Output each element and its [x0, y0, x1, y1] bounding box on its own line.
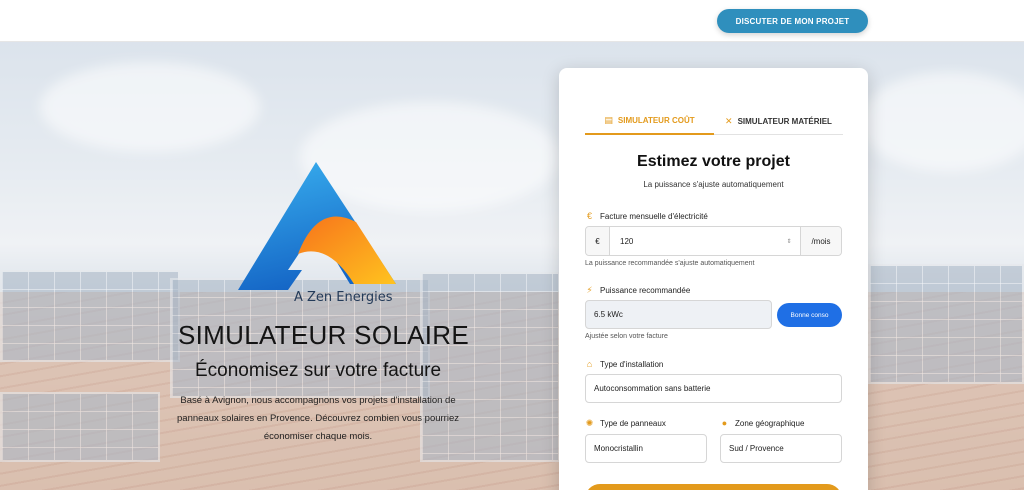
bill-label: € Facture mensuelle d'électricité	[585, 211, 708, 221]
zone-select[interactable]: Sud / Provence	[720, 434, 842, 463]
good-consumption-button[interactable]: Bonne conso	[777, 303, 842, 327]
zone-label: ● Zone géographique	[720, 418, 805, 428]
hero-title: SIMULATEUR SOLAIRE	[178, 320, 469, 350]
power-label: ⚡ Puissance recommandée	[585, 285, 690, 296]
power-label-text: Puissance recommandée	[600, 286, 691, 295]
sun-icon: ✺	[585, 418, 594, 428]
top-navbar: DISCUTER DE MON PROJET	[0, 0, 1024, 42]
tab-label: SIMULATEUR MATÉRIEL	[737, 117, 832, 126]
card-subtitle: La puissance s'ajuste automatiquement	[643, 180, 784, 189]
bill-input-group: € ⇕ /mois	[585, 226, 842, 256]
calculate-button[interactable]	[585, 484, 842, 490]
discuss-project-button[interactable]: DISCUTER DE MON PROJET	[717, 9, 868, 33]
bill-hint: La puissance recommandée s'ajuste automa…	[585, 260, 755, 267]
calculator-icon: ▤	[604, 115, 613, 125]
a-zen-logo	[238, 162, 398, 307]
currency-prefix: €	[586, 227, 610, 255]
per-month-suffix: /mois	[800, 227, 841, 255]
card-title: Estimez votre projet	[637, 153, 790, 170]
installation-type-select[interactable]: Autoconsommation sans batterie	[585, 374, 842, 403]
home-icon: ⌂	[586, 359, 593, 369]
zone-label-text: Zone géographique	[735, 418, 805, 428]
tab-label: SIMULATEUR COÛT	[617, 116, 695, 125]
simulator-tabs: ▤ SIMULATEUR COÛT ✕ SIMULATEUR MATÉRIEL	[585, 108, 843, 135]
simulator-card: ▤ SIMULATEUR COÛT ✕ SIMULATEUR MATÉRIEL …	[559, 68, 868, 490]
map-pin-icon: ●	[721, 418, 728, 428]
euro-icon: €	[586, 211, 592, 221]
tools-icon: ✕	[725, 116, 733, 126]
number-spinner[interactable]: ⇕	[783, 227, 795, 255]
monthly-bill-input[interactable]	[610, 227, 783, 255]
installation-label-text: Type d'installation	[600, 359, 664, 369]
tab-material-simulator[interactable]: ✕ SIMULATEUR MATÉRIEL	[714, 108, 843, 135]
hero-section	[0, 42, 1024, 490]
recommended-power-value: 6.5 kWc	[585, 300, 772, 329]
bill-label-text: Facture mensuelle d'électricité	[600, 211, 708, 221]
tab-cost-simulator[interactable]: ▤ SIMULATEUR COÛT	[585, 108, 714, 135]
hero-description: Basé à Avignon, nous accompagnons vos pr…	[177, 395, 459, 442]
logo-wordmark: A Zen Energies	[294, 290, 393, 305]
hero-overlay	[0, 42, 1024, 490]
installation-label: ⌂ Type d'installation	[585, 359, 664, 369]
panels-label-text: Type de panneaux	[600, 419, 666, 428]
panel-type-select[interactable]: Monocristallin	[585, 434, 707, 463]
panels-label: ✺ Type de panneaux	[585, 418, 666, 429]
power-hint: Ajustée selon votre facture	[585, 333, 668, 340]
hero-subtitle: Économisez sur votre facture	[195, 360, 442, 381]
lightning-icon: ⚡	[586, 285, 593, 295]
